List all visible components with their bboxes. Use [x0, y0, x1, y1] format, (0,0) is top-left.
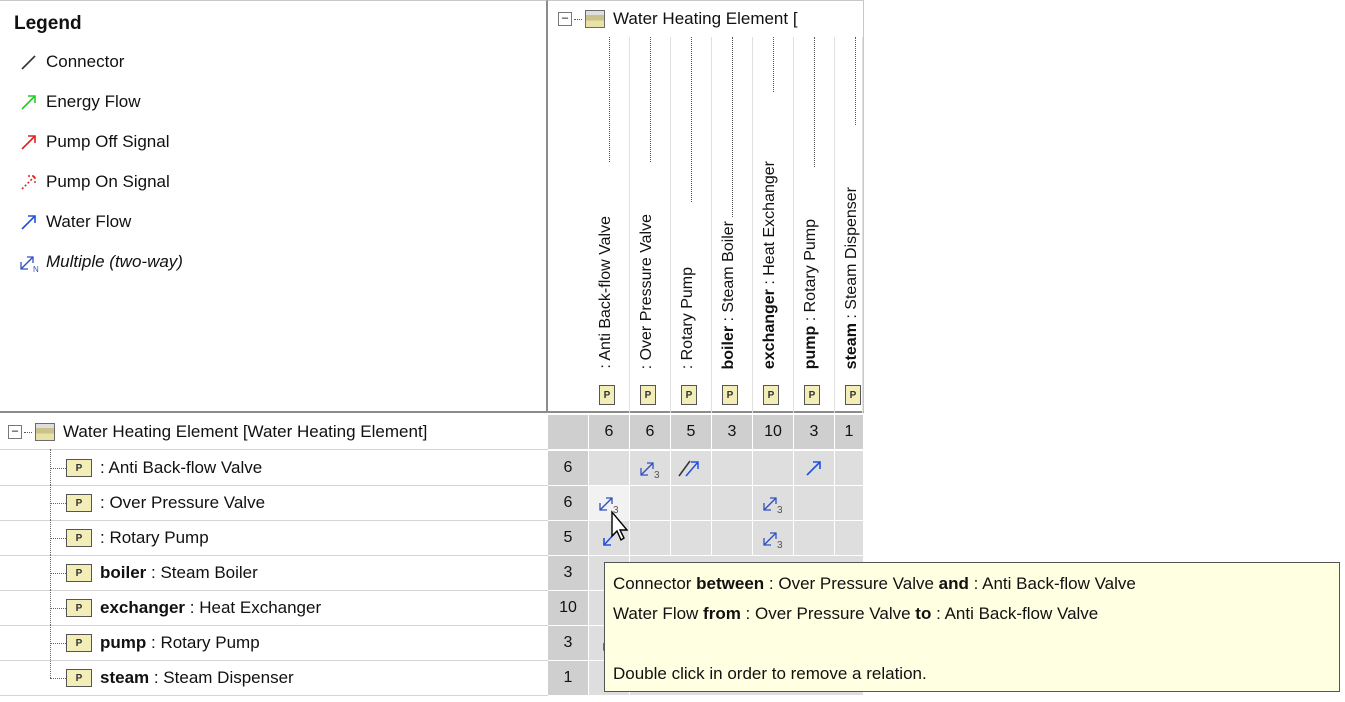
column-header-panel: − Water Heating Element [ : Anti Back-fl…	[548, 0, 864, 413]
multiple-two-way-icon: 3	[763, 497, 783, 515]
row-count: 3	[548, 626, 589, 661]
part-icon: P	[66, 529, 92, 547]
legend-item-pump-on-signal: Pump On Signal	[18, 169, 170, 195]
column-header-anti-back-flow-valve[interactable]: : Anti Back-flow Valve P	[589, 37, 630, 413]
part-icon: P	[66, 564, 92, 582]
column-count: 6	[589, 415, 630, 450]
matrix-cell[interactable]	[753, 451, 794, 486]
matrix-cell[interactable]	[671, 486, 712, 521]
multiple-two-way-icon: 3	[763, 532, 783, 550]
column-count: 3	[794, 415, 835, 450]
block-icon	[35, 423, 55, 441]
legend-item-connector: Connector	[18, 49, 124, 75]
corner-cell	[548, 415, 589, 450]
tooltip-line-water-flow: Water Flow from : Over Pressure Valve to…	[613, 604, 1099, 623]
matrix-cell[interactable]	[589, 451, 630, 486]
part-icon: P	[66, 634, 92, 652]
multiple-two-way-icon: N	[20, 256, 39, 273]
matrix-cell[interactable]	[712, 451, 753, 486]
legend-item-energy-flow: Energy Flow	[18, 89, 140, 115]
matrix-cell[interactable]	[794, 486, 835, 521]
column-count: 10	[753, 415, 794, 450]
legend-title: Legend	[14, 13, 82, 34]
legend-panel: Legend Connector Energy Flow Pump Off Si…	[0, 0, 548, 413]
column-header-pump[interactable]: pump : Rotary Pump P	[794, 37, 835, 413]
matrix-cell[interactable]	[712, 521, 753, 556]
row-count: 10	[548, 591, 589, 626]
row-header-over-pressure-valve[interactable]: P : Over Pressure Valve	[0, 484, 548, 521]
relation-tooltip: Connector between : Over Pressure Valve …	[604, 562, 1340, 692]
part-icon: P	[640, 385, 656, 405]
block-icon	[585, 10, 605, 28]
pump-off-arrow-icon	[21, 135, 36, 150]
energy-flow-arrow-icon	[21, 95, 36, 110]
part-icon: P	[599, 385, 615, 405]
part-icon: P	[66, 669, 92, 687]
matrix-cell[interactable]	[630, 486, 671, 521]
legend-item-pump-off-signal: Pump Off Signal	[18, 129, 169, 155]
row-count: 6	[548, 451, 589, 486]
column-header-boiler[interactable]: boiler : Steam Boiler P	[712, 37, 753, 413]
water-flow-arrow-icon	[806, 461, 821, 476]
part-icon: P	[804, 385, 820, 405]
mouse-cursor-icon	[611, 510, 628, 542]
row-root-node[interactable]: − Water Heating Element [Water Heating E…	[0, 415, 548, 450]
column-count: 5	[671, 415, 712, 450]
legend-item-multiple: N Multiple (two-way)	[18, 249, 183, 275]
row-header-steam[interactable]: P steam : Steam Dispenser	[0, 659, 548, 696]
row-count: 6	[548, 486, 589, 521]
row-header-pump[interactable]: P pump : Rotary Pump	[0, 624, 548, 661]
collapse-icon[interactable]: −	[558, 12, 572, 26]
water-flow-arrow-icon	[21, 215, 36, 230]
row-header-boiler[interactable]: P boiler : Steam Boiler	[0, 554, 548, 591]
collapse-icon[interactable]: −	[8, 425, 22, 439]
matrix-cell[interactable]: 3	[753, 521, 794, 556]
matrix-cell[interactable]	[630, 521, 671, 556]
column-header-exchanger[interactable]: exchanger : Heat Exchanger P	[753, 37, 794, 413]
row-header-exchanger[interactable]: P exchanger : Heat Exchanger	[0, 589, 548, 626]
matrix-cell[interactable]	[671, 521, 712, 556]
part-icon: P	[66, 599, 92, 617]
row-count: 1	[548, 661, 589, 696]
matrix-cell[interactable]	[671, 451, 712, 486]
part-icon: P	[845, 385, 861, 405]
row-header-anti-back-flow-valve[interactable]: P : Anti Back-flow Valve	[0, 449, 548, 486]
column-header-rotary-pump[interactable]: : Rotary Pump P	[671, 37, 712, 413]
part-icon: P	[66, 459, 92, 477]
tooltip-line-connector: Connector between : Over Pressure Valve …	[613, 574, 1136, 593]
part-icon: P	[763, 385, 779, 405]
row-header-rotary-pump[interactable]: P : Rotary Pump	[0, 519, 548, 556]
multiple-two-way-icon: 3	[640, 462, 660, 480]
column-count: 6	[630, 415, 671, 450]
row-count: 3	[548, 556, 589, 591]
part-icon: P	[681, 385, 697, 405]
tooltip-hint: Double click in order to remove a relati…	[613, 664, 927, 683]
column-root-node[interactable]: − Water Heating Element [	[558, 9, 798, 29]
matrix-cell[interactable]	[794, 451, 835, 486]
column-header-over-pressure-valve[interactable]: : Over Pressure Valve P	[630, 37, 671, 413]
svg-text:3: 3	[777, 505, 783, 515]
connector-and-water-flow-icon	[678, 460, 699, 477]
part-icon: P	[722, 385, 738, 405]
column-header-steam[interactable]: steam : Steam Dispenser P	[835, 37, 863, 413]
blank-area	[864, 0, 1345, 413]
matrix-cell[interactable]	[835, 451, 864, 486]
matrix-cell[interactable]	[835, 486, 864, 521]
row-header-panel: − Water Heating Element [Water Heating E…	[0, 415, 548, 702]
matrix-cell[interactable]: 3	[630, 451, 671, 486]
matrix-cell[interactable]: 3	[753, 486, 794, 521]
svg-text:N: N	[33, 265, 39, 273]
column-count: 3	[712, 415, 753, 450]
pump-on-dashed-arrow-icon	[21, 175, 36, 190]
part-icon: P	[66, 494, 92, 512]
connector-line-icon	[21, 55, 36, 70]
matrix-cell[interactable]	[794, 521, 835, 556]
legend-item-water-flow: Water Flow	[18, 209, 131, 235]
svg-text:3: 3	[654, 470, 660, 480]
matrix-cell[interactable]	[835, 521, 864, 556]
column-count: 1	[835, 415, 864, 450]
row-count: 5	[548, 521, 589, 556]
svg-text:3: 3	[777, 540, 783, 550]
matrix-cell[interactable]	[712, 486, 753, 521]
